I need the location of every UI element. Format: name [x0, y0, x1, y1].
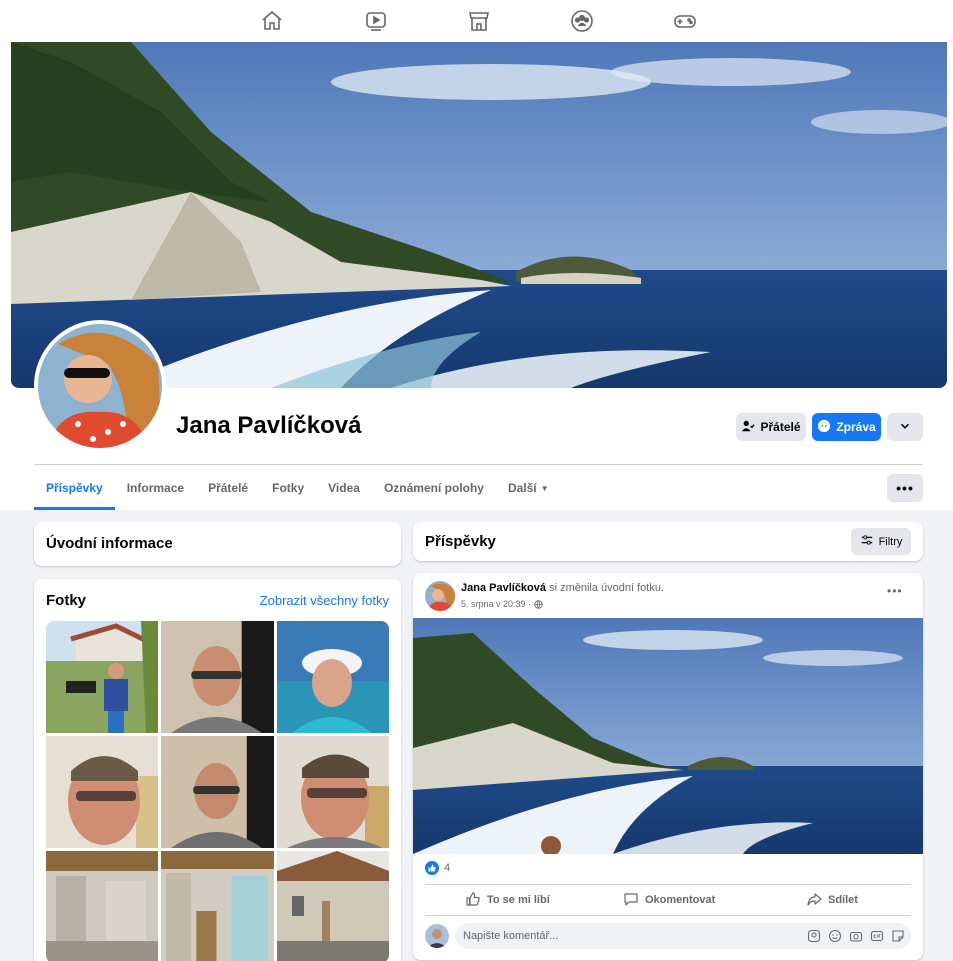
post-timestamp[interactable]: 5. srpna v 20:39 ·: [461, 599, 531, 609]
avatar-sticker-icon[interactable]: [807, 929, 821, 943]
tab-videos[interactable]: Videa: [316, 466, 372, 510]
messenger-icon: [817, 419, 831, 436]
tab-posts[interactable]: Příspěvky: [34, 466, 115, 510]
filter-icon: [860, 533, 874, 550]
photo-thumbnail[interactable]: [161, 621, 274, 733]
tab-more[interactable]: Další ▼: [496, 466, 561, 510]
share-button[interactable]: Sdílet: [806, 889, 858, 911]
gif-icon[interactable]: [870, 929, 884, 943]
profile-avatar[interactable]: [34, 320, 166, 452]
globe-icon: [534, 599, 543, 609]
gaming-icon[interactable]: [673, 9, 697, 33]
filters-button[interactable]: Filtry: [851, 528, 911, 555]
caret-down-icon: ▼: [540, 483, 549, 493]
comment-input[interactable]: Napište komentář...: [455, 923, 911, 949]
tab-photos[interactable]: Fotky: [260, 466, 316, 510]
sticker-icon[interactable]: [891, 929, 905, 943]
post-author-name[interactable]: Jana Pavlíčková: [461, 582, 546, 594]
photo-thumbnail[interactable]: [46, 621, 158, 733]
share-label: Sdílet: [828, 894, 858, 906]
tab-label: Příspěvky: [46, 481, 103, 495]
tab-label: Fotky: [272, 481, 305, 495]
comment-placeholder: Napište komentář...: [463, 930, 559, 942]
posts-title: Příspěvky: [425, 533, 496, 550]
commenter-avatar[interactable]: [425, 924, 449, 948]
post-more-icon[interactable]: •••: [887, 585, 903, 597]
profile-tabs: Příspěvky Informace Přátelé Fotky Videa …: [34, 466, 561, 510]
post-author-avatar[interactable]: [425, 581, 455, 611]
friends-button-label: Přátelé: [760, 420, 801, 434]
photo-thumbnail[interactable]: [277, 736, 389, 848]
tab-label: Informace: [126, 481, 185, 495]
tab-label: Videa: [328, 481, 360, 495]
emoji-icon[interactable]: [828, 929, 842, 943]
message-button-label: Zpráva: [836, 420, 876, 434]
intro-card: Úvodní informace: [34, 522, 401, 566]
profile-name: Jana Pavlíčková: [176, 412, 362, 439]
comment-button[interactable]: Okomentovat: [623, 889, 715, 911]
groups-icon[interactable]: [570, 9, 594, 33]
post-divider: [425, 884, 911, 885]
post-divider: [425, 915, 911, 916]
thumbs-up-icon: [465, 891, 481, 910]
post-image[interactable]: [413, 618, 923, 854]
share-icon: [806, 891, 822, 910]
photo-thumbnail[interactable]: [277, 851, 389, 961]
divider: [34, 464, 922, 465]
post-header-text: Jana Pavlíčková si změnila úvodní fotku.: [461, 582, 664, 594]
filters-label: Filtry: [878, 535, 903, 548]
like-reaction-icon: [425, 861, 439, 875]
friend-icon: [741, 419, 756, 436]
reactions-summary[interactable]: 4: [425, 861, 450, 875]
tab-about[interactable]: Informace: [115, 466, 196, 510]
marketplace-icon[interactable]: [467, 9, 491, 33]
photo-thumbnail[interactable]: [161, 736, 274, 848]
message-button[interactable]: Zpráva: [812, 413, 881, 441]
profile-header: Jana Pavlíčková Přátelé Zpráva Příspěvky…: [0, 42, 953, 510]
reactions-count: 4: [444, 862, 451, 874]
photo-thumbnail[interactable]: [46, 851, 158, 961]
post-action-text: si změnila úvodní fotku.: [549, 582, 665, 594]
comment-icon: [623, 891, 639, 910]
camera-icon[interactable]: [849, 929, 863, 943]
top-navigation: [0, 0, 953, 42]
comment-label: Okomentovat: [645, 894, 716, 906]
photos-title: Fotky: [46, 592, 87, 609]
more-icon: •••: [896, 480, 914, 496]
photos-grid: [46, 621, 389, 961]
post-meta: 5. srpna v 20:39 ·: [461, 599, 543, 609]
friends-button[interactable]: Přátelé: [736, 413, 806, 441]
tab-label: Další: [507, 481, 537, 495]
tab-label: Přátelé: [208, 481, 249, 495]
chevron-down-icon: [898, 419, 912, 436]
post-card: Jana Pavlíčková si změnila úvodní fotku.…: [413, 573, 923, 960]
intro-title: Úvodní informace: [46, 535, 173, 552]
tab-friends[interactable]: Přátelé: [196, 466, 260, 510]
like-button[interactable]: To se mi líbí: [465, 889, 550, 911]
watch-icon[interactable]: [364, 9, 388, 33]
posts-header-card: Příspěvky Filtry: [413, 522, 923, 561]
more-profile-button[interactable]: [887, 413, 923, 441]
photos-card: Fotky Zobrazit všechny fotky: [34, 579, 401, 961]
photo-thumbnail[interactable]: [46, 736, 158, 848]
photo-thumbnail[interactable]: [161, 851, 274, 961]
see-all-photos-link[interactable]: Zobrazit všechny fotky: [260, 593, 389, 608]
tab-checkins[interactable]: Oznámení polohy: [372, 466, 496, 510]
like-label: To se mi líbí: [487, 894, 550, 906]
photo-thumbnail[interactable]: [277, 621, 389, 733]
profile-options-button[interactable]: •••: [887, 474, 923, 502]
comment-tools: [807, 929, 905, 943]
tab-label: Oznámení polohy: [383, 481, 484, 495]
home-icon[interactable]: [260, 9, 284, 33]
cover-photo[interactable]: [11, 42, 947, 388]
